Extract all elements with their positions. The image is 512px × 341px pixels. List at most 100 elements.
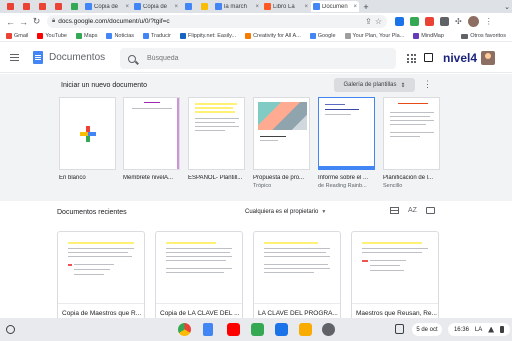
profile-avatar[interactable] <box>467 16 479 27</box>
browser-tab[interactable]: la march × <box>213 1 261 12</box>
tab-label: Copia de <box>94 3 119 10</box>
folder-picker-icon[interactable] <box>425 207 435 214</box>
gmail-favicon-icon <box>23 3 30 10</box>
templates-heading: Iniciar un nuevo documento <box>61 82 147 89</box>
bookmark-item[interactable]: Creativity for All A... <box>245 32 301 39</box>
browser-tab[interactable]: Documen × <box>311 1 359 12</box>
template-thumbnail[interactable] <box>318 97 375 170</box>
docs-logo-icon[interactable] <box>33 51 43 64</box>
sort-az-icon[interactable]: AZ <box>408 207 417 214</box>
browser-tab[interactable] <box>197 1 212 12</box>
bookmark-item[interactable]: Flippity.net: Easily... <box>179 32 236 39</box>
bookmark-item[interactable]: Noticias <box>106 32 134 39</box>
clipboard-icon[interactable] <box>395 324 404 334</box>
bookmark-item[interactable]: Traducir <box>143 32 171 39</box>
bookmark-favicon-icon <box>143 32 150 39</box>
browser-toolbar: ← → ↻ 🔒︎ docs.google.com/document/u/0/?t… <box>0 13 512 30</box>
status-tray[interactable]: 16:36 LA <box>448 323 510 336</box>
browser-tab[interactable]: Libro La × <box>262 1 310 12</box>
browser-tab[interactable] <box>181 1 196 12</box>
square-icon[interactable] <box>424 53 433 62</box>
date-pill[interactable]: 5 de oct <box>412 323 442 336</box>
document-card[interactable]: Copia de LA CLAVE DEL ... <box>155 231 243 327</box>
close-tab-icon[interactable]: × <box>125 4 129 10</box>
new-tab-button[interactable]: + <box>361 2 371 12</box>
google-favicon-icon <box>185 3 192 10</box>
bookmark-favicon-icon <box>106 32 113 39</box>
settings-icon[interactable] <box>322 323 335 336</box>
youtube-icon[interactable] <box>227 323 240 336</box>
browser-tab[interactable]: Copia de × <box>132 1 180 12</box>
document-card[interactable]: LA CLAVE DEL PROGRA... <box>253 231 341 327</box>
template-espanol[interactable]: ESPAÑOL- Plantill... <box>188 97 245 181</box>
bookmark-item[interactable]: YouTube <box>37 32 67 39</box>
brand-logo: nivel4 <box>443 51 478 65</box>
template-thumbnail[interactable] <box>253 97 310 170</box>
puzzle-icon[interactable]: ✣ <box>455 17 462 26</box>
docs-app-icon[interactable] <box>203 323 213 336</box>
meet-icon[interactable] <box>251 323 264 336</box>
browser-tab[interactable]: Copia de × <box>83 1 131 12</box>
close-tab-icon[interactable]: × <box>255 4 259 10</box>
bookmark-favicon-icon <box>309 32 316 39</box>
templates-more-icon[interactable]: ⋮ <box>423 80 432 89</box>
tab-search-icon[interactable]: ⌄ <box>504 3 510 11</box>
search-input[interactable] <box>147 55 377 62</box>
account-avatar[interactable] <box>481 51 495 65</box>
template-thumbnail[interactable] <box>188 97 245 170</box>
bookmark-item[interactable]: Your Plan, Your Pla... <box>344 32 404 39</box>
search-icon[interactable] <box>128 54 136 63</box>
bookmark-item[interactable]: Maps <box>76 32 97 39</box>
list-view-icon[interactable] <box>390 207 399 214</box>
template-planificacion[interactable]: Planificación de l... Sencillo <box>383 97 440 189</box>
address-bar[interactable]: 🔒︎ docs.google.com/document/u/0/?tgif=c … <box>47 15 387 28</box>
document-card[interactable]: Copia de Maestros que R... <box>57 231 145 327</box>
apps-grid-icon[interactable] <box>407 54 416 63</box>
search-bar[interactable] <box>120 48 396 69</box>
app-icon[interactable] <box>299 323 312 336</box>
close-tab-icon[interactable]: × <box>353 4 357 10</box>
chrome-icon[interactable] <box>178 323 191 336</box>
close-tab-icon[interactable]: × <box>304 4 308 10</box>
template-blank[interactable]: En blanco <box>59 97 116 181</box>
extension-icon[interactable] <box>410 17 419 26</box>
document-card[interactable]: Maestros que Reusan, Re... <box>351 231 439 327</box>
browser-tab[interactable] <box>35 1 50 12</box>
template-gallery-button[interactable]: Galería de plantillas ⇕ <box>334 78 415 92</box>
template-thumbnail[interactable] <box>59 97 116 170</box>
owner-filter-dropdown[interactable]: Cualquiera es el propietario ▼ <box>245 209 326 215</box>
browser-tab[interactable] <box>51 1 66 12</box>
extension-icon[interactable] <box>395 17 404 26</box>
extension-icon[interactable] <box>425 17 434 26</box>
forward-icon[interactable]: → <box>17 17 30 27</box>
template-thumbnail[interactable] <box>123 97 180 170</box>
expand-icon: ⇕ <box>400 82 406 89</box>
template-propuesta[interactable]: Propuesta de pro... Trópico <box>253 97 310 189</box>
extension-icon[interactable] <box>440 17 449 26</box>
document-title: Maestros que Reusan, Re... <box>356 310 437 317</box>
template-name: Membrete nivelA... <box>123 175 174 181</box>
browser-tab[interactable] <box>67 1 82 12</box>
app-icon[interactable] <box>275 323 288 336</box>
kebab-menu-icon[interactable]: ⋮ <box>485 17 493 26</box>
reload-icon[interactable]: ↻ <box>30 16 43 27</box>
template-thumbnail[interactable] <box>383 97 440 170</box>
app-name[interactable]: Documentos <box>49 52 105 63</box>
browser-tab[interactable] <box>19 1 34 12</box>
bookmark-favicon-icon <box>6 32 12 39</box>
bookmark-item[interactable]: Google <box>309 32 336 39</box>
template-informe[interactable]: Informe sobre el ... de Reading Rainb... <box>318 97 375 189</box>
browser-tab[interactable] <box>3 1 18 12</box>
bookmark-item[interactable]: Gmail <box>6 32 28 39</box>
share-icon[interactable]: ⇪ <box>365 17 372 26</box>
bookmark-star-icon[interactable]: ☆ <box>375 17 382 26</box>
back-icon[interactable]: ← <box>4 17 17 27</box>
other-bookmarks[interactable]: Otros favoritos <box>461 30 506 42</box>
url-text: docs.google.com/document/u/0/?tgif=c <box>58 18 170 25</box>
close-tab-icon[interactable]: × <box>174 4 178 10</box>
bookmark-item[interactable]: MindMap <box>413 32 444 39</box>
template-membrete[interactable]: Membrete nivelA... <box>123 97 180 181</box>
hamburger-menu-icon[interactable] <box>10 53 24 62</box>
launcher-icon[interactable] <box>6 325 15 334</box>
bookmark-label: Traducir <box>151 32 171 39</box>
